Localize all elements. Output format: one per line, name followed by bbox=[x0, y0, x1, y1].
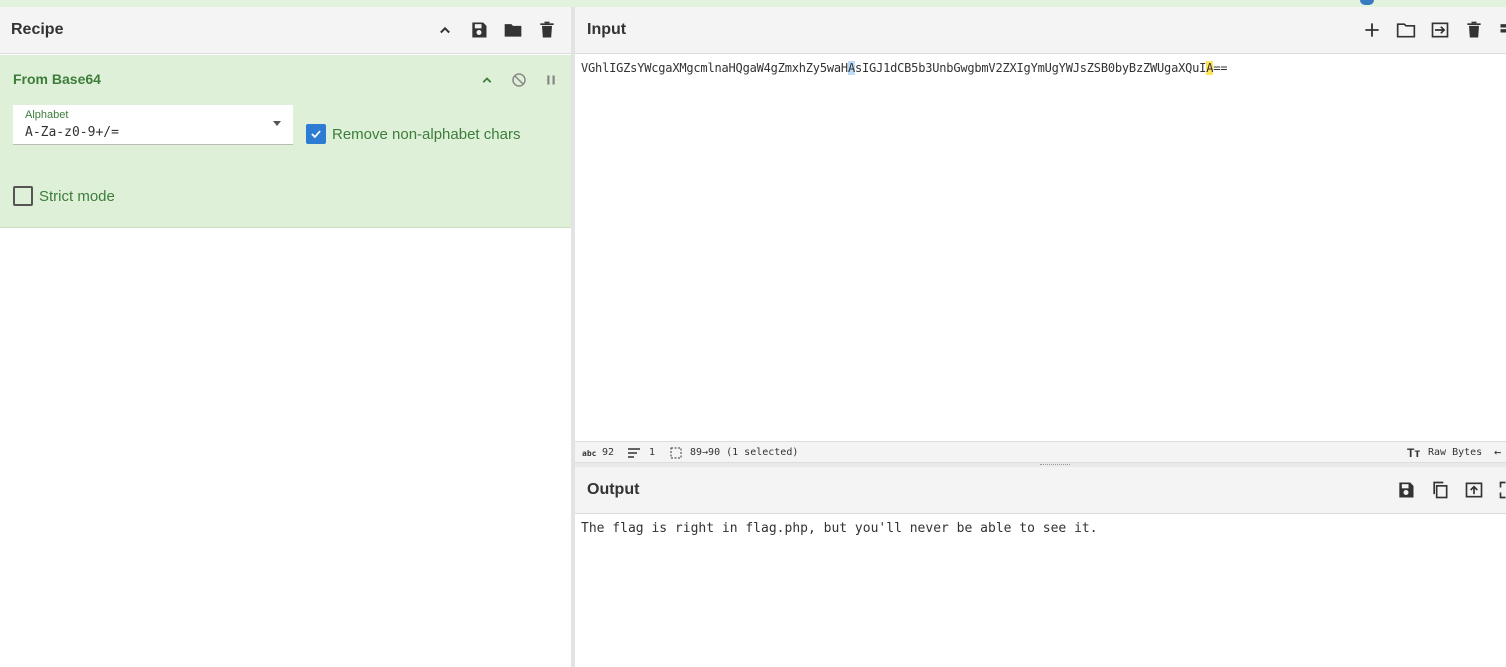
remove-non-alphabet-checkbox[interactable]: Remove non-alphabet chars bbox=[306, 124, 520, 144]
recipe-header-icons bbox=[434, 19, 558, 41]
input-text-part: VGhlIGZsYWcgaXMgcmlnaHQgaW4gZmxhZy5waH bbox=[581, 61, 848, 75]
text-encoding-icon[interactable]: Tт bbox=[1407, 446, 1420, 460]
dropdown-caret-icon bbox=[273, 121, 281, 126]
clear-input-trash-icon[interactable] bbox=[1463, 19, 1485, 41]
alphabet-value: A-Za-z0-9+/= bbox=[25, 125, 119, 140]
open-folder-icon[interactable] bbox=[1395, 19, 1417, 41]
strict-mode-label: Strict mode bbox=[39, 187, 115, 205]
alphabet-select[interactable]: Alphabet A-Za-z0-9+/= bbox=[13, 105, 293, 145]
operation-controls bbox=[476, 69, 562, 91]
collapse-chevron-icon[interactable] bbox=[476, 69, 498, 91]
input-header-icons bbox=[1361, 19, 1506, 41]
operation-title: From Base64 bbox=[13, 71, 101, 87]
selection-icon bbox=[670, 447, 682, 462]
resize-grip[interactable] bbox=[1040, 464, 1070, 466]
maximize-icon[interactable] bbox=[1497, 479, 1506, 501]
recipe-title: Recipe bbox=[11, 21, 64, 38]
input-highlight-blue: A bbox=[847, 61, 855, 75]
indicator-dot bbox=[1360, 0, 1374, 5]
input-panel: Input VGhlIGZsYWcgaXMgcmlnaHQgaW4gZmxhZy… bbox=[575, 7, 1506, 441]
output-title: Output bbox=[587, 481, 640, 498]
replace-input-icon[interactable] bbox=[1463, 479, 1485, 501]
folder-icon[interactable] bbox=[502, 19, 524, 41]
load-file-icon[interactable] bbox=[1429, 19, 1451, 41]
input-text-part: sIGJ1dCB5b3UnbGwgbmV2ZXIgYmUgYWJsZSB0byB… bbox=[854, 61, 1207, 75]
trash-icon[interactable] bbox=[536, 19, 558, 41]
copy-icon[interactable] bbox=[1429, 479, 1451, 501]
from-base64-operation: From Base64 Alphabet A-Za-z0-9+/= Remove… bbox=[0, 55, 571, 228]
lines-icon bbox=[628, 448, 640, 461]
lines-value: 1 bbox=[649, 447, 656, 458]
strict-mode-checkbox[interactable]: Strict mode bbox=[13, 186, 115, 206]
length-value: 92 bbox=[602, 447, 615, 458]
add-input-icon[interactable] bbox=[1361, 19, 1383, 41]
output-panel: Output The flag is right in flag.php, bu… bbox=[575, 467, 1506, 667]
input-title: Input bbox=[587, 21, 627, 38]
remove-non-alphabet-label: Remove non-alphabet chars bbox=[332, 125, 521, 143]
alphabet-label: Alphabet bbox=[25, 109, 69, 121]
selection-value: 89→90 (1 selected) bbox=[690, 447, 799, 458]
output-text[interactable]: The flag is right in flag.php, but you'l… bbox=[581, 521, 1098, 536]
checkbox-unchecked-icon[interactable] bbox=[13, 186, 33, 206]
checkbox-checked-icon[interactable] bbox=[306, 124, 326, 144]
encoding-value[interactable]: Raw Bytes bbox=[1428, 447, 1482, 458]
output-header-icons bbox=[1395, 479, 1506, 501]
output-header: Output bbox=[575, 467, 1506, 514]
pause-icon[interactable] bbox=[540, 69, 562, 91]
save-output-icon[interactable] bbox=[1395, 479, 1417, 501]
input-text-part: == bbox=[1213, 61, 1228, 75]
input-status-bar: abc 92 1 89→90 (1 selected) Tт Raw Bytes… bbox=[575, 441, 1506, 463]
recipe-panel: Recipe From Base64 Alphabet A-Za-z0-9+/=… bbox=[0, 7, 571, 667]
save-icon[interactable] bbox=[468, 19, 490, 41]
top-strip bbox=[0, 0, 1506, 7]
input-textarea[interactable]: VGhlIGZsYWcgaXMgcmlnaHQgaW4gZmxhZy5waHAs… bbox=[581, 61, 1227, 75]
length-icon: abc bbox=[582, 449, 597, 458]
disable-icon[interactable] bbox=[508, 69, 530, 91]
chevron-up-icon[interactable] bbox=[434, 19, 456, 41]
layout-icon[interactable] bbox=[1497, 19, 1506, 41]
arrow-left-icon[interactable]: ← bbox=[1494, 445, 1501, 459]
